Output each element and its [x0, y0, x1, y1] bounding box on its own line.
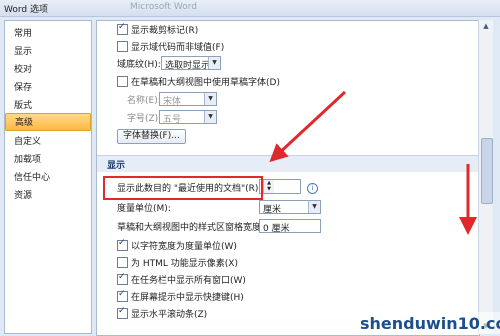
- annotation-arrows: [269, 90, 477, 235]
- arrow-to-recent-docs: [269, 90, 347, 163]
- svg-text:shenduwin10.com: shenduwin10.com: [360, 314, 500, 333]
- watermark-logo: shenduwin10.com: [356, 312, 500, 334]
